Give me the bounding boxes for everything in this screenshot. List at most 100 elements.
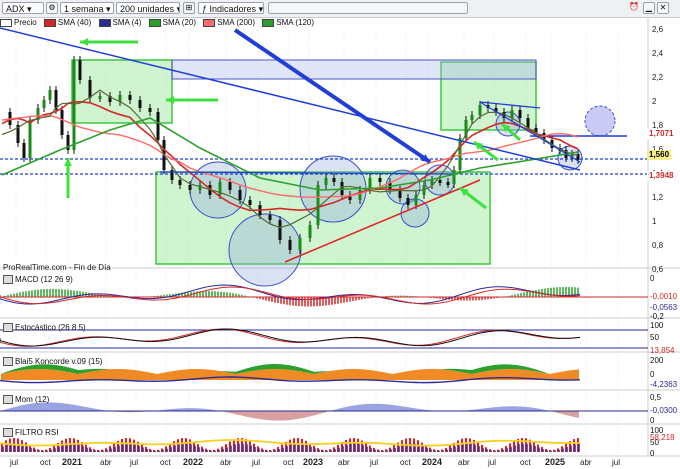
time-axis-label: abr (580, 458, 592, 467)
candle-body (332, 178, 336, 182)
price-axis-label: 0,6 (652, 265, 664, 274)
stoch-d-line (0, 328, 581, 347)
candle-body (398, 190, 402, 198)
stoch-value-0: 13,854 (650, 346, 675, 355)
chart-canvas[interactable] (0, 0, 680, 469)
price-axis-label: 2 (652, 97, 657, 106)
rsi-filter-title[interactable]: FILTRO RSI (3, 428, 59, 438)
time-axis-label: jul (370, 458, 379, 467)
candle-body (148, 108, 152, 112)
time-axis-label: abr (338, 458, 350, 467)
rsi-axis-2: 0 (650, 449, 655, 458)
candle-body (378, 178, 382, 182)
candle-body (88, 80, 92, 98)
price-axis-label: 1 (652, 217, 657, 226)
time-axis-label: 2023 (303, 457, 324, 467)
time-axis-label: jul (10, 458, 19, 467)
candle-body (228, 182, 232, 190)
candle-body (128, 95, 132, 100)
panel-handle-icon (3, 357, 13, 367)
price-axis-label: 1,2 (652, 193, 664, 202)
candle-body (298, 238, 302, 250)
candle-body (188, 185, 192, 190)
price-axis-label: 2,2 (652, 73, 664, 82)
candle-body (48, 90, 52, 100)
stoch-axis-0: 100 (650, 321, 664, 330)
candle-body (22, 143, 26, 158)
candle-body (308, 225, 312, 238)
time-axis-label: oct (400, 458, 411, 467)
macd-axis-1: -0,2 (650, 312, 664, 321)
time-axis-label: jul (488, 458, 497, 467)
rsi-filter-title-text: FILTRO RSI (15, 428, 59, 437)
candle-body (248, 200, 252, 205)
mom-value-0: -0,0300 (650, 406, 678, 415)
time-axis-label: oct (40, 458, 51, 467)
time-axis-label: oct (520, 458, 531, 467)
time-axis-label: 2021 (62, 457, 83, 467)
panel-handle-icon (3, 395, 13, 405)
candle-body (510, 110, 514, 118)
macd-axis-0: 0 (650, 274, 655, 283)
candle-body (414, 195, 418, 205)
highlight-circle (584, 105, 616, 137)
candle-body (324, 178, 328, 185)
price-axis-label: 0,8 (652, 241, 664, 250)
time-axis-label: abr (220, 458, 232, 467)
panel-handle-icon (3, 323, 13, 333)
time-axis-label: 2025 (545, 457, 566, 467)
rsi-value-0: 58,218 (650, 433, 675, 442)
macd-title-text: MACD (12 26 9) (15, 275, 73, 284)
source-label: ProRealTime.com - Fin de Día (3, 263, 111, 272)
candle-body (446, 182, 450, 185)
mom-axis-0: 0,5 (650, 393, 662, 402)
candle-body (406, 198, 410, 205)
price-tag-last: 1,560 (647, 150, 672, 160)
mom-axis-1: 0 (650, 416, 655, 425)
candle-body (138, 100, 142, 108)
koncorde-value-0: -4,2363 (650, 380, 678, 389)
koncorde-axis-1: 0 (650, 370, 655, 379)
candle-body (238, 190, 242, 200)
candle-body (478, 105, 482, 115)
candle-body (98, 96, 102, 99)
candle-body (42, 100, 46, 108)
stochastic-title[interactable]: Estocástico (26 8 5) (3, 323, 86, 333)
annotation-arrow (233, 28, 432, 164)
candle-body (28, 120, 32, 158)
candle-body (316, 185, 320, 225)
price-axis-label: 2,4 (652, 49, 664, 58)
candle-body (178, 180, 182, 185)
koncorde-title-text: Blai5 Koncorde v.09 (15) (15, 357, 103, 366)
blue-band-box (171, 59, 537, 80)
candle-body (78, 60, 82, 80)
time-axis-label: 2024 (422, 457, 443, 467)
annotation-arrow-head (80, 38, 89, 46)
momentum-title[interactable]: Mom (12) (3, 395, 50, 405)
macd-title[interactable]: MACD (12 26 9) (3, 275, 73, 285)
price-axis-label: 2,6 (652, 25, 664, 34)
time-axis-label: abr (100, 458, 112, 467)
koncorde-title[interactable]: Blai5 Koncorde v.09 (15) (3, 357, 103, 367)
candle-body (156, 112, 160, 140)
candle-body (452, 170, 456, 184)
candle-body (288, 240, 292, 250)
time-axis-label: 2022 (183, 457, 204, 467)
time-axis-label: oct (160, 458, 171, 467)
time-axis-label: abr (458, 458, 470, 467)
time-axis-label: jul (612, 458, 621, 467)
stochastic-title-text: Estocástico (26 8 5) (15, 323, 86, 332)
macd-value-1: -0,0563 (650, 303, 678, 312)
price-tag-sma40: 1,3948 (647, 171, 676, 181)
time-axis-label: jul (130, 458, 139, 467)
candle-body (470, 115, 474, 120)
macd-value-0: -0,0010 (650, 292, 678, 301)
stoch-axis-1: 50 (650, 333, 659, 342)
candle-body (438, 180, 442, 183)
highlight-circle (189, 161, 247, 219)
koncorde-axis-0: 200 (650, 356, 664, 365)
price-tag-sma200: 1,7071 (647, 129, 676, 139)
candle-body (72, 60, 76, 150)
momentum-title-text: Mom (12) (15, 395, 50, 404)
time-axis-label: jul (252, 458, 261, 467)
